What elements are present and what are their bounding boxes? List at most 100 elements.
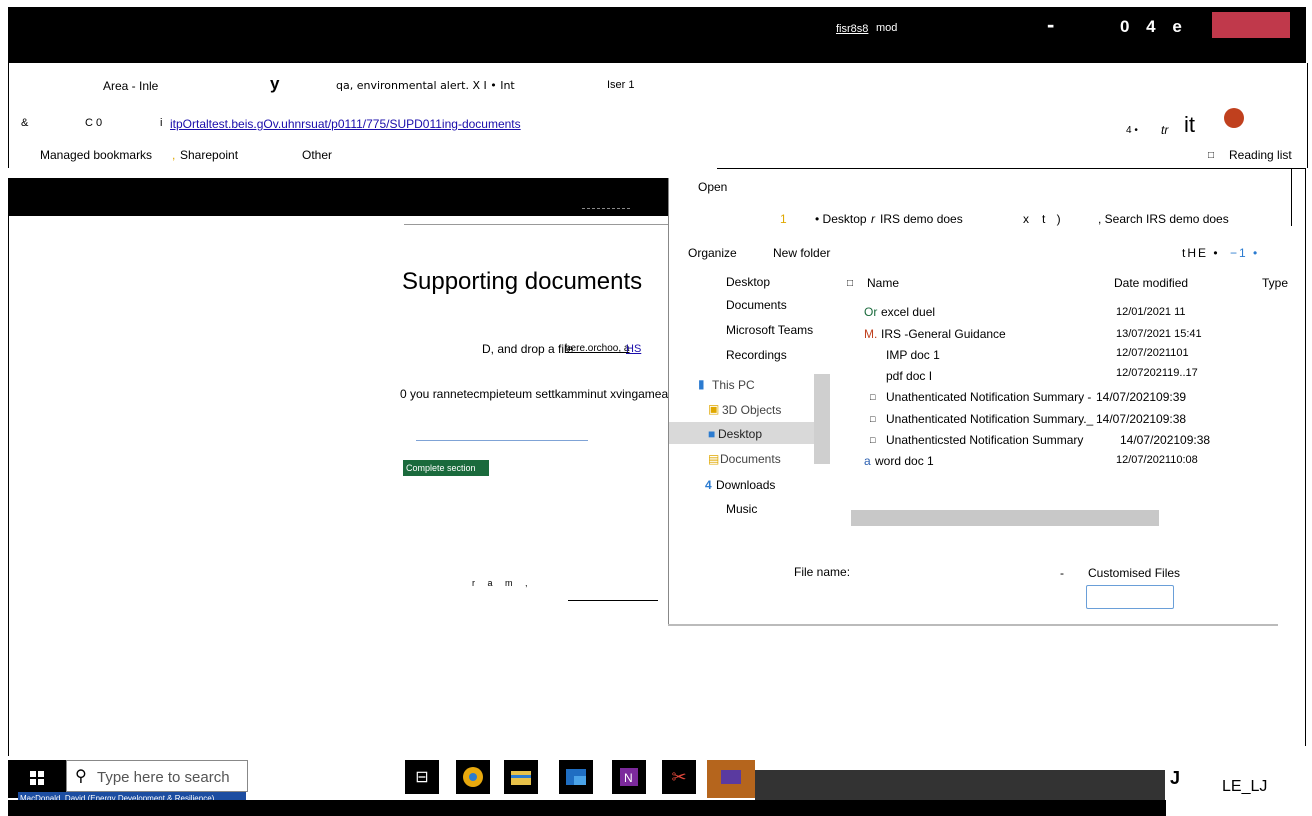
complete-section-button[interactable]: Complete section: [403, 460, 489, 476]
file-name[interactable]: pdf doc I: [886, 369, 932, 383]
tray-icon[interactable]: J: [1170, 768, 1180, 789]
help-button[interactable]: −1 •: [1230, 246, 1259, 260]
nav-pc-desktop[interactable]: Desktop: [718, 427, 762, 441]
nav-3d-objects[interactable]: 3D Objects: [722, 403, 781, 417]
notifications-button[interactable]: LE_LJ: [1222, 778, 1267, 796]
breadcrumb-folder[interactable]: IRS demo does: [880, 212, 963, 226]
url-field[interactable]: itpOrtaltest.beis.gOv.uhnrsuat/p0111/775…: [170, 117, 521, 131]
header-divider: [582, 208, 630, 210]
nav-desktop[interactable]: Desktop: [726, 275, 770, 289]
file-explorer-icon[interactable]: [504, 760, 538, 794]
dialog-left-border: [668, 178, 669, 626]
reload-icon[interactable]: C 0: [85, 117, 102, 129]
file-name[interactable]: IRS -General Guidance: [881, 327, 1006, 341]
column-type[interactable]: Type: [1262, 276, 1288, 290]
extension-it-icon[interactable]: it: [1184, 112, 1195, 138]
nav-documents[interactable]: Documents: [726, 298, 787, 312]
site-info-icon[interactable]: i: [160, 117, 162, 129]
file-icon: □: [870, 435, 876, 445]
open-button[interactable]: [1086, 585, 1174, 609]
select-all-checkbox[interactable]: □: [847, 278, 853, 289]
bookmark-managed[interactable]: Managed bookmarks: [40, 148, 152, 162]
3d-objects-icon: ▣: [708, 402, 720, 416]
page-footer-text: r a m ,: [472, 578, 533, 588]
organize-button[interactable]: Organize: [688, 246, 737, 260]
info-text: 0 you rannetecmpieteum settkamminut xvin…: [400, 387, 669, 401]
breadcrumb-desktop[interactable]: • Desktop: [815, 212, 867, 226]
file-list-hscrollbar[interactable]: [851, 510, 1159, 526]
file-icon: □: [870, 392, 876, 402]
nav-recordings[interactable]: Recordings: [726, 348, 787, 362]
nav-microsoft-teams[interactable]: Microsoft Teams: [726, 323, 813, 337]
file-name[interactable]: Unathenticated Notification Summary -: [886, 390, 1091, 404]
tab-alert[interactable]: qa, environmental alert. X I • Int: [336, 79, 515, 92]
snipping-tool-icon[interactable]: ✂: [662, 760, 696, 794]
page-right-border: [1305, 168, 1306, 746]
titlebar-text: mod: [876, 22, 898, 34]
file-date: 12/07/2021101: [1116, 347, 1189, 359]
active-app-icon[interactable]: [707, 760, 755, 798]
chrome-icon[interactable]: [456, 760, 490, 794]
footer-line: [568, 600, 658, 601]
search-folder-input[interactable]: , Search IRS demo does: [1098, 212, 1229, 226]
task-view-icon[interactable]: ⊟: [405, 760, 439, 794]
dialog-top-border: [717, 168, 1305, 169]
new-folder-button[interactable]: New folder: [773, 246, 830, 260]
file-date: 12/01/2021 11: [1116, 306, 1186, 318]
hs-link[interactable]: HS: [626, 343, 641, 355]
nav-downloads[interactable]: Downloads: [716, 478, 775, 492]
titlebar-link[interactable]: fisr8s8: [836, 23, 868, 35]
close-button[interactable]: [1212, 12, 1290, 38]
minimize-button[interactable]: -: [1047, 12, 1054, 38]
file-name-separator: -: [1060, 566, 1064, 580]
browser-titlebar: [8, 7, 1306, 63]
reading-list-icon[interactable]: □: [1208, 150, 1214, 161]
bookmark-other[interactable]: Other: [302, 148, 332, 162]
view-options-button[interactable]: tHE •: [1182, 246, 1220, 260]
back-icon[interactable]: &: [21, 117, 28, 129]
profile-avatar[interactable]: [1224, 108, 1244, 128]
content-top-line: [404, 224, 668, 225]
tab-user[interactable]: Iser 1: [607, 79, 635, 91]
taskbar-search-input[interactable]: ⚲ Type here to search: [66, 760, 248, 792]
tab-area[interactable]: Area - Inle: [103, 79, 158, 93]
file-name[interactable]: excel duel: [881, 305, 935, 319]
choose-file-link[interactable]: here.orchoo, a: [565, 343, 630, 354]
up-folder-button[interactable]: 1: [780, 212, 787, 226]
this-pc-icon: ▮: [698, 377, 705, 391]
onenote-icon[interactable]: N: [612, 760, 646, 794]
reading-list[interactable]: Reading list: [1229, 148, 1292, 162]
column-name[interactable]: Name: [867, 276, 899, 290]
file-name-label: File name:: [794, 565, 851, 579]
tab-strip: [8, 63, 1308, 103]
file-name[interactable]: word doc 1: [875, 454, 934, 468]
search-placeholder: Type here to search: [97, 769, 230, 786]
file-name[interactable]: IMP doc 1: [886, 348, 940, 362]
file-date: 12/07202119..17: [1116, 367, 1198, 379]
nav-music[interactable]: Music: [726, 502, 757, 516]
file-type-filter[interactable]: Customised Files: [1088, 566, 1180, 580]
clear-path-button[interactable]: x: [1023, 212, 1029, 226]
dialog-title: Open: [698, 180, 728, 194]
extension-icon[interactable]: 4 •: [1126, 125, 1138, 136]
tab-y[interactable]: y: [270, 74, 279, 94]
file-name[interactable]: Unathenticsted Notification Summary: [886, 433, 1083, 447]
nav-scrollbar[interactable]: [814, 374, 830, 464]
refresh-button[interactable]: t ): [1042, 212, 1065, 226]
file-date: 14/07/202109:39: [1096, 390, 1187, 404]
page-title: Supporting documents: [402, 268, 643, 295]
word-file-icon: a: [864, 454, 871, 468]
file-name[interactable]: Unathenticated Notification Summary._: [886, 412, 1093, 426]
outlook-icon[interactable]: [559, 760, 593, 794]
breadcrumb-separator: r: [871, 212, 875, 226]
column-date-modified[interactable]: Date modified: [1114, 276, 1188, 290]
file-date: 13/07/2021 15:41: [1116, 328, 1202, 340]
dialog-right-border: [1291, 168, 1292, 226]
taskbar-running-area: [755, 770, 1165, 800]
window-controls[interactable]: 0 4 e: [1120, 17, 1188, 37]
extension-tr-icon[interactable]: tr: [1161, 123, 1168, 137]
bookmark-sharepoint[interactable]: Sharepoint: [180, 148, 238, 162]
nav-pc-documents[interactable]: Documents: [720, 452, 781, 466]
page-border: [8, 216, 9, 756]
nav-this-pc[interactable]: This PC: [712, 378, 755, 392]
